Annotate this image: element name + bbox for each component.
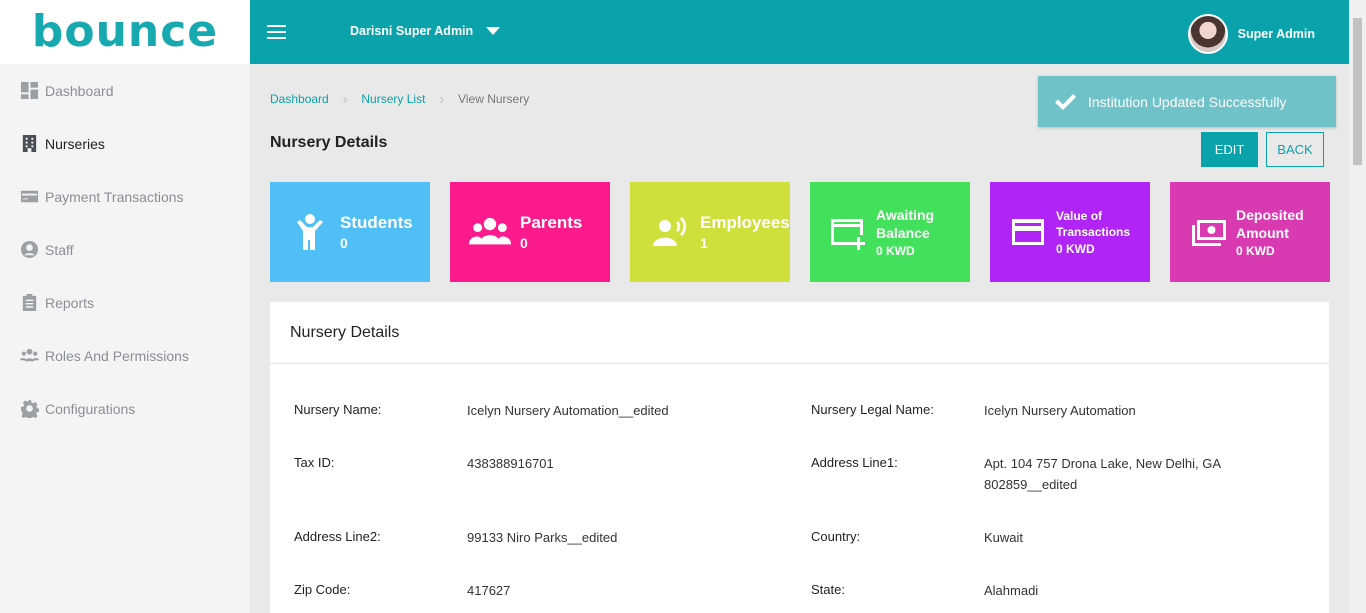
stat-card-students[interactable]: Students 0 (270, 182, 430, 282)
user-name: Super Admin (1237, 27, 1315, 41)
card-title: Value of Transactions (1056, 209, 1131, 239)
sidebar-item-configurations[interactable]: Configurations (0, 382, 250, 435)
building-icon (20, 134, 39, 153)
edit-button[interactable]: EDIT (1201, 132, 1258, 167)
dashboard-icon (20, 81, 39, 100)
nursery-name-value: Icelyn Nursery Automation__edited (467, 403, 669, 418)
card-title: Employees (700, 213, 790, 232)
legal-name-value: Icelyn Nursery Automation (984, 403, 1136, 418)
breadcrumb-dashboard[interactable]: Dashboard (270, 92, 329, 106)
credit-card-icon (20, 187, 39, 206)
tax-id-label: Tax ID: (294, 455, 335, 470)
chevron-down-icon (486, 27, 501, 35)
sidebar: bounce Dashboard Nurseries Payment Trans… (0, 0, 250, 613)
sidebar-nav: Dashboard Nurseries Payment Transactions… (0, 64, 250, 435)
user-menu[interactable]: Super Admin (1187, 14, 1315, 54)
sidebar-item-roles-and-permissions[interactable]: Roles And Permissions (0, 329, 250, 382)
stat-card-awaiting-balance[interactable]: Awaiting Balance 0 KWD (810, 182, 970, 282)
card-value: 0 KWD (876, 244, 915, 258)
country-label: Country: (811, 529, 861, 544)
sidebar-item-label: Roles And Permissions (45, 347, 189, 364)
card-value: 1 (700, 235, 708, 251)
page-scrollbar[interactable] (1349, 0, 1366, 613)
speaking-person-icon (648, 210, 692, 254)
sidebar-item-label: Configurations (45, 400, 136, 417)
nursery-details-panel: Nursery Details Nursery Name: Icelyn Nur… (270, 302, 1329, 613)
money-icon (1188, 210, 1228, 254)
zip-code-value: 417627 (467, 583, 511, 598)
chevron-right-icon: › (439, 91, 445, 107)
user-circle-icon (20, 240, 39, 259)
check-icon (1055, 93, 1076, 110)
bounce-logo[interactable]: bounce (0, 0, 250, 64)
breadcrumb: Dashboard › Nursery List › View Nursery (270, 91, 529, 107)
legal-name-label: Nursery Legal Name: (811, 402, 934, 417)
gear-icon (20, 399, 39, 418)
nursery-name-label: Nursery Name: (294, 402, 382, 417)
state-label: State: (811, 582, 845, 597)
org-selector-label: Darisni Super Admin (350, 24, 474, 38)
breadcrumb-current: View Nursery (458, 92, 530, 106)
stat-card-parents[interactable]: Parents 0 (450, 182, 610, 282)
stat-card-value-of-transactions[interactable]: Value of Transactions 0 KWD (990, 182, 1150, 282)
sidebar-item-dashboard[interactable]: Dashboard (0, 64, 250, 117)
card-title: Deposited Amount (1236, 207, 1304, 241)
sidebar-item-label: Dashboard (45, 82, 114, 99)
panel-header: Nursery Details (270, 302, 1329, 364)
address-line2-label: Address Line2: (294, 529, 381, 544)
child-icon (288, 210, 332, 254)
address-line1-value-line1: Apt. 104 757 Drona Lake, New Delhi, GA (984, 456, 1222, 471)
users-icon (20, 346, 39, 365)
card-title: Parents (520, 213, 583, 232)
country-value: Kuwait (984, 530, 1024, 545)
sidebar-item-payment-transactions[interactable]: Payment Transactions (0, 170, 250, 223)
card-value: 0 KWD (1236, 244, 1275, 258)
stat-card-employees[interactable]: Employees 1 (630, 182, 790, 282)
clipboard-icon (20, 293, 39, 312)
main-content: Dashboard › Nursery List › View Nursery … (250, 64, 1349, 613)
sidebar-item-reports[interactable]: Reports (0, 276, 250, 329)
tax-id-value: 438388916701 (467, 456, 554, 471)
sidebar-item-label: Nurseries (45, 135, 105, 152)
card-value: 0 (520, 235, 528, 251)
scrollbar-thumb[interactable] (1353, 18, 1362, 165)
address-line1-value-line2: 802859__edited (984, 477, 1078, 492)
sidebar-item-nurseries[interactable]: Nurseries (0, 117, 250, 170)
sidebar-item-label: Payment Transactions (45, 188, 184, 205)
stat-card-deposited-amount[interactable]: Deposited Amount 0 KWD (1170, 182, 1330, 282)
card-value: 0 (340, 235, 348, 251)
top-bar: Darisni Super Admin Super Admin (250, 0, 1349, 64)
stat-cards: Students 0 Parents 0 Employees 1 Awaitin… (270, 182, 1330, 282)
chevron-right-icon: › (342, 91, 348, 107)
page-title: Nursery Details (270, 134, 388, 151)
toast-message: Institution Updated Successfully (1088, 93, 1287, 110)
card-value: 0 KWD (1056, 242, 1095, 256)
breadcrumb-nursery-list[interactable]: Nursery List (361, 92, 425, 106)
address-line1-label: Address Line1: (811, 455, 898, 470)
success-toast[interactable]: Institution Updated Successfully (1038, 76, 1336, 127)
add-card-icon (828, 210, 868, 254)
sidebar-item-label: Staff (45, 241, 74, 258)
card-title: Awaiting Balance (876, 207, 935, 241)
card-title: Students (340, 213, 413, 232)
users-icon (468, 210, 512, 254)
logo-text: bounce (31, 6, 219, 57)
zip-code-label: Zip Code: (294, 582, 351, 597)
address-line2-value: 99133 Niro Parks__edited (467, 530, 618, 545)
credit-card-icon (1008, 210, 1048, 254)
avatar (1187, 14, 1228, 54)
hamburger-menu-icon[interactable] (267, 25, 286, 39)
state-value: Alahmadi (984, 583, 1039, 598)
back-button[interactable]: BACK (1266, 132, 1324, 167)
sidebar-item-staff[interactable]: Staff (0, 223, 250, 276)
org-selector[interactable]: Darisni Super Admin (350, 24, 501, 38)
sidebar-item-label: Reports (45, 294, 95, 311)
